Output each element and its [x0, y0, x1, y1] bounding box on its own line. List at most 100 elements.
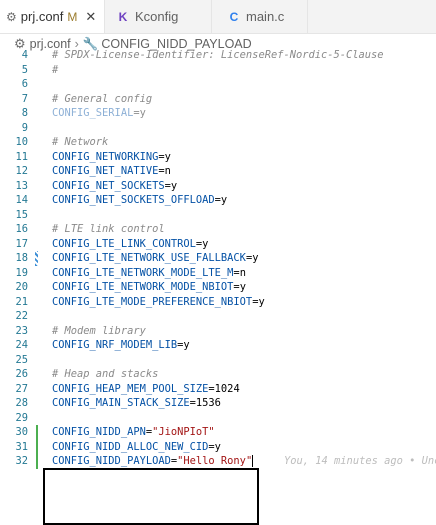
line-number: 14: [15, 194, 28, 206]
line-number: 8: [21, 107, 28, 119]
code-line[interactable]: 8 CONFIG_SERIAL=y: [0, 106, 436, 121]
line-number: 32: [15, 455, 28, 467]
code-line[interactable]: 5 #: [0, 63, 436, 78]
line-number: 9: [21, 121, 28, 134]
code-text: CONFIG_NIDD_APN="JioNPIoT": [52, 425, 215, 440]
tab-kconfig[interactable]: K Kconfig: [105, 0, 212, 33]
code-line[interactable]: 12 CONFIG_NET_NATIVE=n: [0, 164, 436, 179]
code-line[interactable]: 27 CONFIG_HEAP_MEM_POOL_SIZE=1024: [0, 382, 436, 397]
modified-line-marker[interactable]: [35, 251, 38, 266]
code-line[interactable]: 25: [0, 353, 436, 368]
code-editor[interactable]: 4 # SPDX-License-Identifier: LicenseRef-N…: [0, 48, 436, 525]
line-number: 6: [21, 78, 28, 90]
modified-indicator: M: [67, 9, 78, 24]
code-text: # SPDX-License-Identifier: LicenseRef-No…: [52, 49, 384, 61]
code-line[interactable]: 19 CONFIG_LTE_NETWORK_MODE_LTE_M=n: [0, 266, 436, 281]
code-line[interactable]: 31 CONFIG_NIDD_ALLOC_NEW_CID=y: [0, 440, 436, 455]
code-text: CONFIG_LTE_MODE_PREFERENCE_NBIOT=y: [52, 295, 265, 310]
config-value: 1024: [214, 382, 240, 395]
added-lines-marker[interactable]: [36, 425, 38, 469]
code-text: CONFIG_SERIAL=y: [52, 106, 146, 121]
code-text: CONFIG_LTE_NETWORK_USE_FALLBACK=y: [52, 251, 258, 266]
config-value: n: [239, 266, 246, 279]
code-line[interactable]: 30 CONFIG_NIDD_APN="JioNPIoT": [0, 425, 436, 440]
line-number: 26: [15, 368, 28, 380]
config-key: CONFIG_LTE_LINK_CONTROL: [52, 237, 196, 250]
config-value: y: [258, 295, 265, 308]
line-number: 12: [15, 165, 28, 177]
code-text: # General config: [52, 92, 153, 105]
code-line[interactable]: 20 CONFIG_LTE_NETWORK_MODE_NBIOT=y: [0, 280, 436, 295]
code-text: CONFIG_NIDD_ALLOC_NEW_CID=y: [52, 440, 221, 455]
config-value: "JioNPIoT": [152, 426, 215, 438]
config-key: CONFIG_NET_SOCKETS_OFFLOAD: [52, 194, 215, 206]
line-number: 13: [15, 179, 28, 192]
line-number: 22: [15, 310, 28, 322]
config-key: CONFIG_NIDD_APN: [52, 426, 146, 438]
config-key: CONFIG_NET_SOCKETS: [52, 179, 165, 192]
code-text: CONFIG_MAIN_STACK_SIZE=1536: [52, 396, 221, 411]
code-line[interactable]: 10 # Network: [0, 135, 436, 150]
code-text: CONFIG_NIDD_PAYLOAD="Hello Rony": [52, 454, 254, 469]
editor-tab-bar: ⚙ prj.conf M ✕ K Kconfig C main.c: [0, 0, 436, 34]
gear-icon: ⚙: [6, 9, 17, 24]
config-key: CONFIG_LTE_MODE_PREFERENCE_NBIOT: [52, 295, 253, 308]
line-number: 11: [15, 150, 28, 163]
code-line[interactable]: 28 CONFIG_MAIN_STACK_SIZE=1536: [0, 396, 436, 411]
code-line[interactable]: 6: [0, 77, 436, 92]
config-key: CONFIG_MAIN_STACK_SIZE: [52, 397, 190, 409]
code-line[interactable]: 23 # Modem library: [0, 324, 436, 339]
line-number: 19: [15, 266, 28, 279]
c-icon: C: [229, 9, 239, 24]
line-number: 29: [15, 411, 28, 424]
code-text: CONFIG_LTE_NETWORK_MODE_NBIOT=y: [52, 280, 246, 295]
code-line[interactable]: 15: [0, 208, 436, 223]
line-number: 17: [15, 237, 28, 250]
code-line[interactable]: 26 # Heap and stacks: [0, 367, 436, 382]
code-line[interactable]: 9: [0, 121, 436, 136]
highlight-box: [43, 468, 259, 525]
code-line[interactable]: 29: [0, 411, 436, 426]
code-text: CONFIG_NET_SOCKETS=y: [52, 179, 177, 194]
code-line[interactable]: 18 CONFIG_LTE_NETWORK_USE_FALLBACK=y: [0, 251, 436, 266]
code-text: # LTE link control: [52, 223, 165, 235]
line-number: 10: [15, 136, 28, 148]
config-value: y: [214, 440, 221, 453]
code-line[interactable]: 11 CONFIG_NETWORKING=y: [0, 150, 436, 165]
git-blame-annotation: You, 14 minutes ago • Unc: [284, 455, 436, 467]
config-key: CONFIG_NET_NATIVE: [52, 165, 159, 177]
kconfig-icon: K: [118, 9, 128, 24]
line-number: 25: [15, 353, 28, 366]
code-line[interactable]: 32 CONFIG_NIDD_PAYLOAD="Hello Rony" You, 1…: [0, 454, 436, 469]
tab-label: prj.conf: [20, 9, 64, 24]
config-key: CONFIG_LTE_NETWORK_USE_FALLBACK: [52, 252, 246, 264]
line-number: 30: [15, 426, 28, 438]
code-text: CONFIG_LTE_NETWORK_MODE_LTE_M=n: [52, 266, 246, 281]
config-value: y: [252, 252, 259, 264]
tab-label: Kconfig: [135, 9, 179, 24]
config-key: CONFIG_SERIAL: [52, 107, 134, 119]
code-line[interactable]: 13 CONFIG_NET_SOCKETS=y: [0, 179, 436, 194]
code-text: # Heap and stacks: [52, 368, 159, 380]
code-line[interactable]: 17 CONFIG_LTE_LINK_CONTROL=y: [0, 237, 436, 252]
code-line[interactable]: 16 # LTE link control: [0, 222, 436, 237]
code-line[interactable]: 14 CONFIG_NET_SOCKETS_OFFLOAD=y: [0, 193, 436, 208]
code-text: CONFIG_NETWORKING=y: [52, 150, 171, 165]
line-number: 5: [21, 63, 28, 76]
config-value: y: [164, 150, 171, 163]
tab-label: main.c: [246, 9, 285, 24]
code-line[interactable]: 7 # General config: [0, 92, 436, 107]
code-line[interactable]: 22: [0, 309, 436, 324]
code-line[interactable]: 4 # SPDX-License-Identifier: LicenseRef-N…: [0, 48, 436, 63]
tab-main-c[interactable]: C main.c: [212, 0, 308, 33]
line-number: 4: [21, 49, 28, 61]
code-line[interactable]: 24 CONFIG_NRF_MODEM_LIB=y: [0, 338, 436, 353]
code-line[interactable]: 21 CONFIG_LTE_MODE_PREFERENCE_NBIOT=y: [0, 295, 436, 310]
config-value: y: [220, 194, 228, 206]
tab-prj-conf[interactable]: ⚙ prj.conf M ✕: [0, 0, 105, 33]
config-key: CONFIG_HEAP_MEM_POOL_SIZE: [52, 382, 209, 395]
config-value: y: [202, 237, 209, 250]
code-text: # Modem library: [52, 324, 146, 337]
config-key: CONFIG_NRF_MODEM_LIB: [52, 339, 178, 351]
close-icon[interactable]: ✕: [85, 9, 96, 25]
